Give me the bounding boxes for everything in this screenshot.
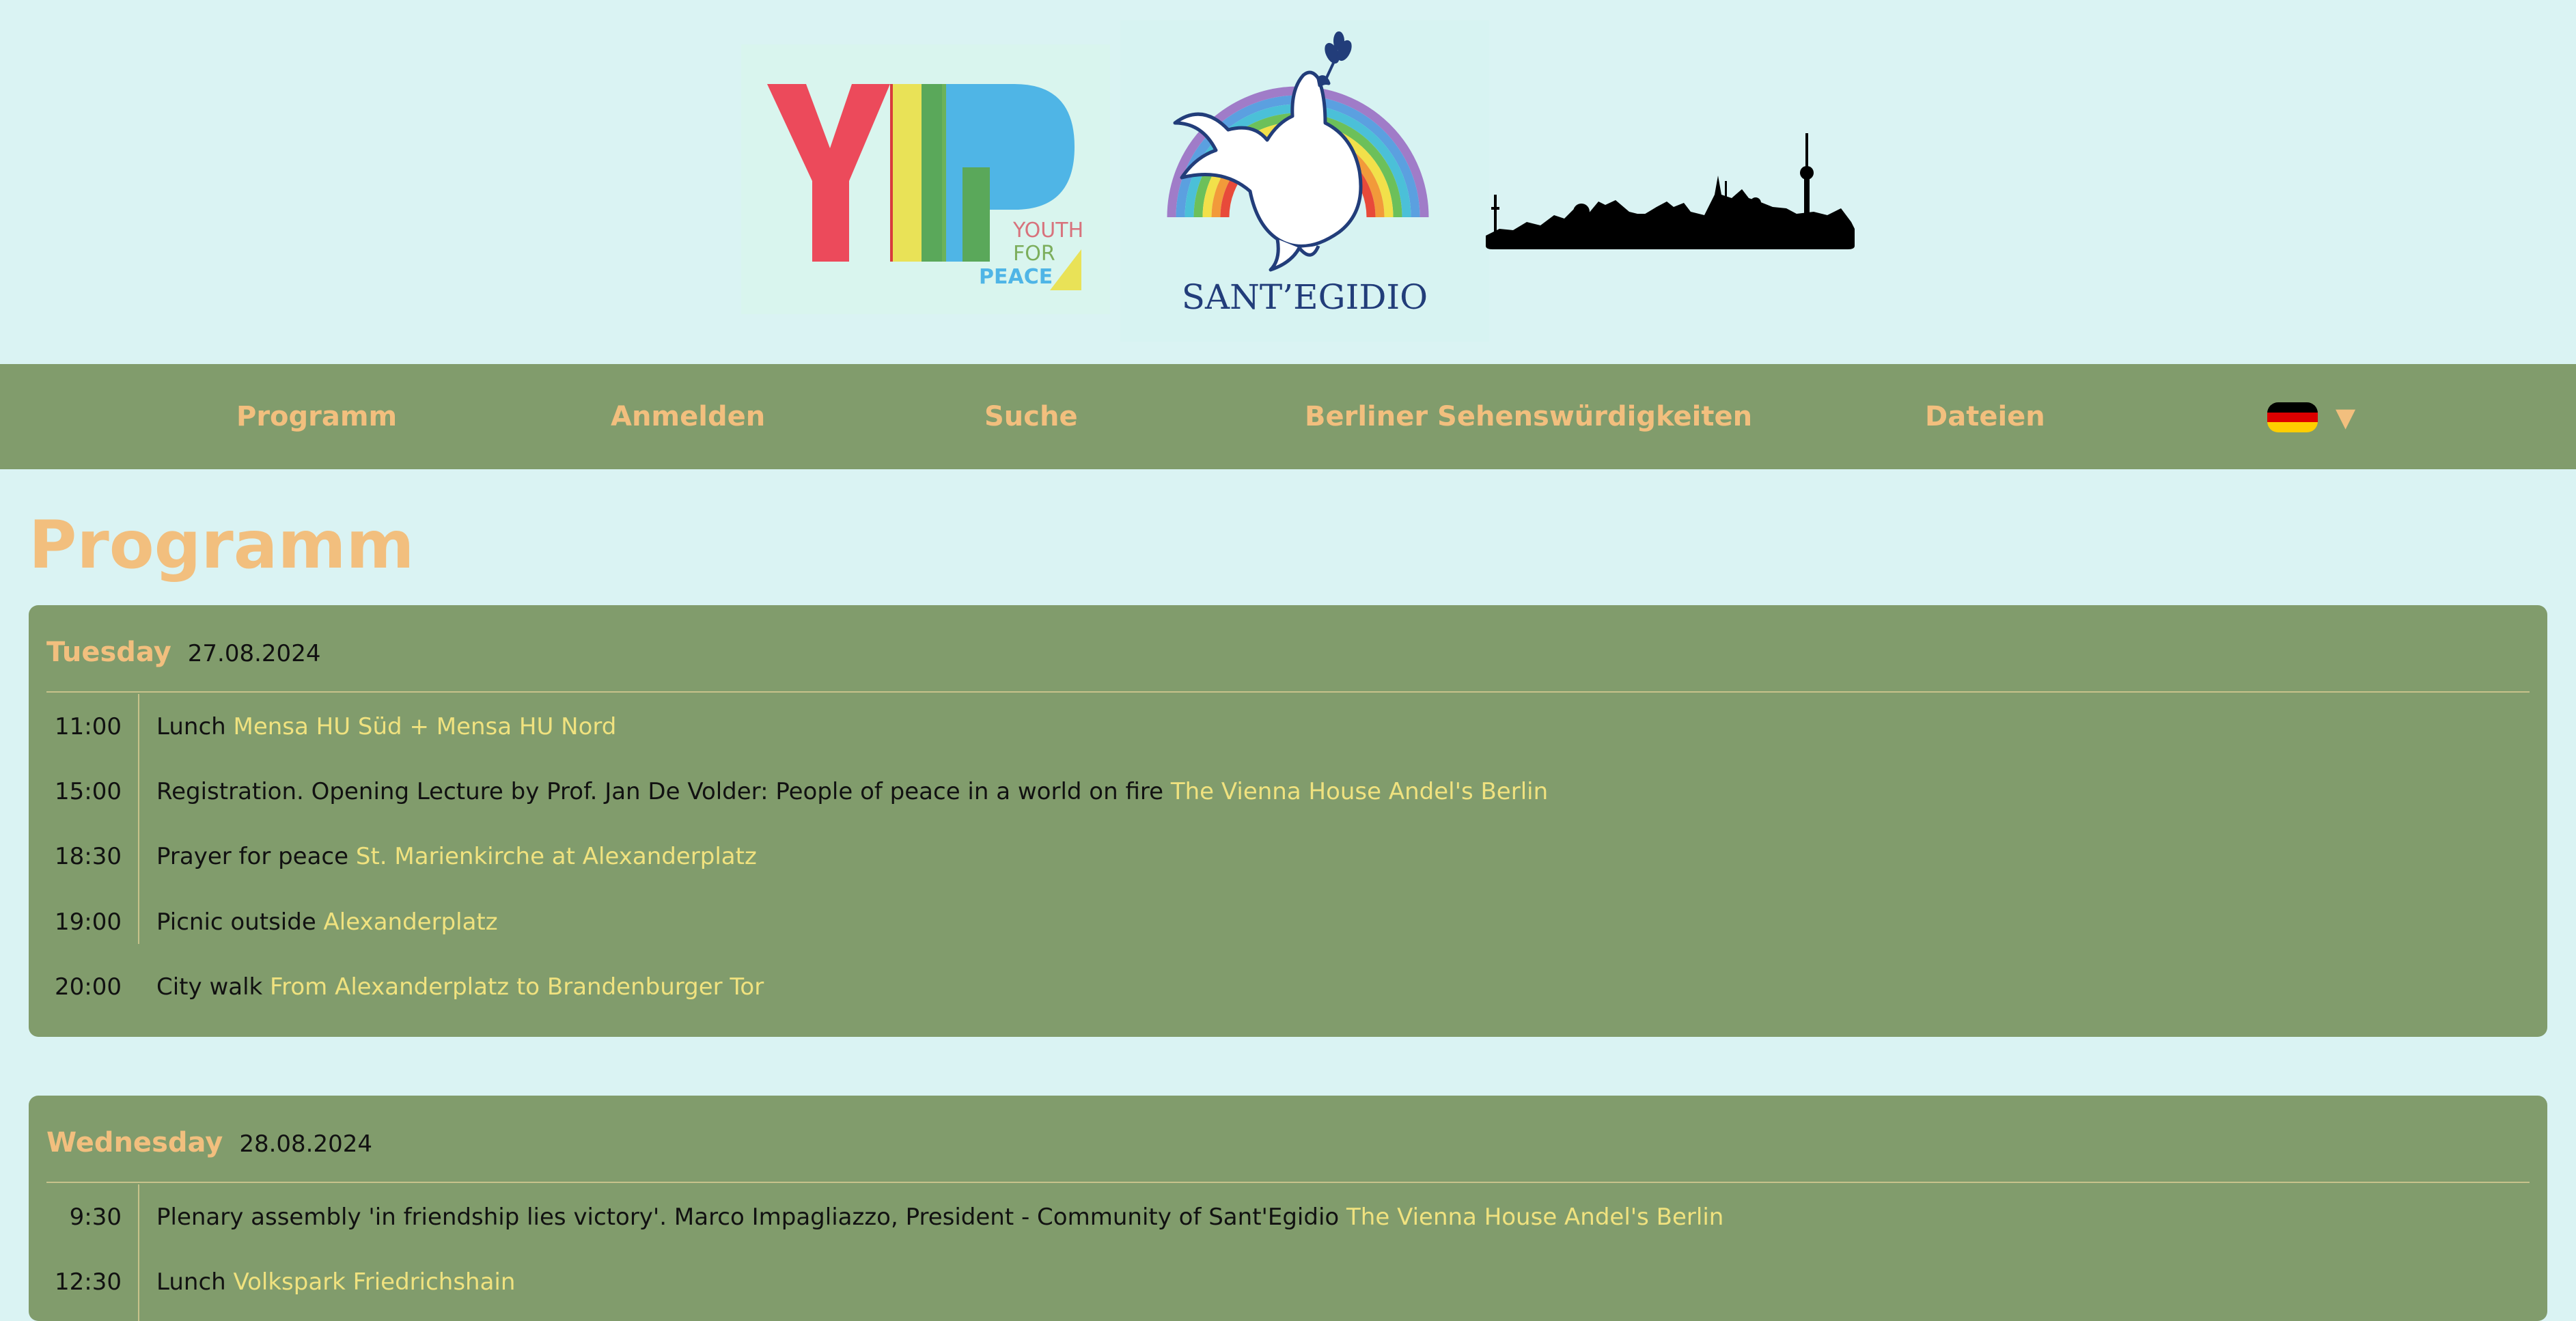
event-row: 12:30 Lunch Volkspark Friedrichshain <box>29 1265 2547 1299</box>
day-header: Wednesday 28.08.2024 <box>46 1127 372 1161</box>
event-title: Prayer for peace <box>156 843 349 870</box>
santegidio-logo[interactable]: SANT’EGIDIO <box>1120 20 1489 342</box>
day-date: 27.08.2024 <box>187 640 321 667</box>
nav-item-programm[interactable]: Programm <box>236 364 397 469</box>
event-time: 11:00 <box>55 713 122 740</box>
berlin-skyline-graphic <box>1486 133 1855 249</box>
dove-rainbow-logo-graphic: SANT’EGIDIO <box>1167 31 1429 317</box>
event-time: 9:30 <box>69 1204 122 1231</box>
yfp-logo-text-peace: PEACE <box>979 265 1053 289</box>
event-row: 20:00 City walk From Alexanderplatz to B… <box>29 970 2547 1004</box>
event-title: Lunch <box>156 713 226 740</box>
yfp-logo-text-youth: YOUTH <box>1012 219 1083 242</box>
event-title: Picnic outside <box>156 908 316 936</box>
chevron-down-icon: ▼ <box>2336 402 2356 432</box>
page-title: Programm <box>29 507 415 583</box>
day-header: Tuesday 27.08.2024 <box>46 637 320 671</box>
event-description: Lunch Volkspark Friedrichshain <box>156 1265 515 1299</box>
event-location-link[interactable]: The Vienna House Andel's Berlin <box>1346 1204 1723 1231</box>
nav-item-anmelden[interactable]: Anmelden <box>611 364 765 469</box>
event-time: 15:00 <box>55 778 122 805</box>
event-time: 12:30 <box>55 1268 122 1296</box>
header: YOUTH FOR PEACE SANT’EGIDIO <box>0 0 2576 364</box>
yfp-logo-text-for: FOR <box>1013 242 1055 266</box>
german-flag-icon <box>2267 402 2318 432</box>
day-divider <box>46 691 2530 693</box>
event-description: Picnic outside Alexanderplatz <box>156 905 498 939</box>
event-time: 19:00 <box>55 908 122 936</box>
youth-for-peace-logo[interactable]: YOUTH FOR PEACE <box>741 44 1110 314</box>
event-description: Plenary assembly 'in friendship lies vic… <box>156 1200 1723 1234</box>
day-name: Wednesday <box>46 1127 223 1158</box>
event-title: Registration. Opening Lecture by Prof. J… <box>156 778 1164 805</box>
event-description: Lunch Mensa HU Süd + Mensa HU Nord <box>156 710 616 744</box>
santegidio-logo-text: SANT’EGIDIO <box>1182 277 1428 317</box>
event-description: City walk From Alexanderplatz to Branden… <box>156 970 764 1004</box>
event-location-link[interactable]: The Vienna House Andel's Berlin <box>1171 778 1548 805</box>
event-description: Registration. Opening Lecture by Prof. J… <box>156 775 1548 809</box>
event-location-link[interactable]: Mensa HU Süd + Mensa HU Nord <box>234 713 617 740</box>
day-date: 28.08.2024 <box>239 1130 373 1158</box>
event-time: 18:30 <box>55 843 122 870</box>
day-divider <box>46 1182 2530 1183</box>
event-title: City walk <box>156 973 263 1001</box>
event-row: 11:00 Lunch Mensa HU Süd + Mensa HU Nord <box>29 710 2547 744</box>
event-location-link[interactable]: Alexanderplatz <box>324 908 498 936</box>
language-selector[interactable]: ▼ <box>2267 401 2355 434</box>
event-location-link[interactable]: St. Marienkirche at Alexanderplatz <box>356 843 757 870</box>
nav-item-sehenswuerdigkeiten[interactable]: Berliner Sehenswürdigkeiten <box>1305 364 1752 469</box>
berlin-skyline <box>1486 126 1855 256</box>
event-title: Lunch <box>156 1268 226 1296</box>
event-time: 20:00 <box>55 973 122 1001</box>
nav-item-suche[interactable]: Suche <box>984 364 1078 469</box>
yfp-logo-graphic: YOUTH FOR PEACE <box>767 84 1083 290</box>
event-title: Plenary assembly 'in friendship lies vic… <box>156 1204 1340 1231</box>
event-row: 18:30 Prayer for peace St. Marienkirche … <box>29 839 2547 874</box>
event-location-link[interactable]: From Alexanderplatz to Brandenburger Tor <box>270 973 764 1001</box>
day-card-wednesday: Wednesday 28.08.2024 9:30 Plenary assemb… <box>29 1096 2547 1321</box>
main-navigation: Programm Anmelden Suche Berliner Sehensw… <box>0 364 2576 469</box>
event-location-link[interactable]: Volkspark Friedrichshain <box>234 1268 516 1296</box>
event-row: 15:00 Registration. Opening Lecture by P… <box>29 775 2547 809</box>
event-description: Prayer for peace St. Marienkirche at Ale… <box>156 839 757 874</box>
event-row: 19:00 Picnic outside Alexanderplatz <box>29 905 2547 939</box>
day-card-tuesday: Tuesday 27.08.2024 11:00 Lunch Mensa HU … <box>29 605 2547 1037</box>
nav-item-dateien[interactable]: Dateien <box>1925 364 2045 469</box>
day-name: Tuesday <box>46 637 171 668</box>
event-row: 9:30 Plenary assembly 'in friendship lie… <box>29 1200 2547 1234</box>
